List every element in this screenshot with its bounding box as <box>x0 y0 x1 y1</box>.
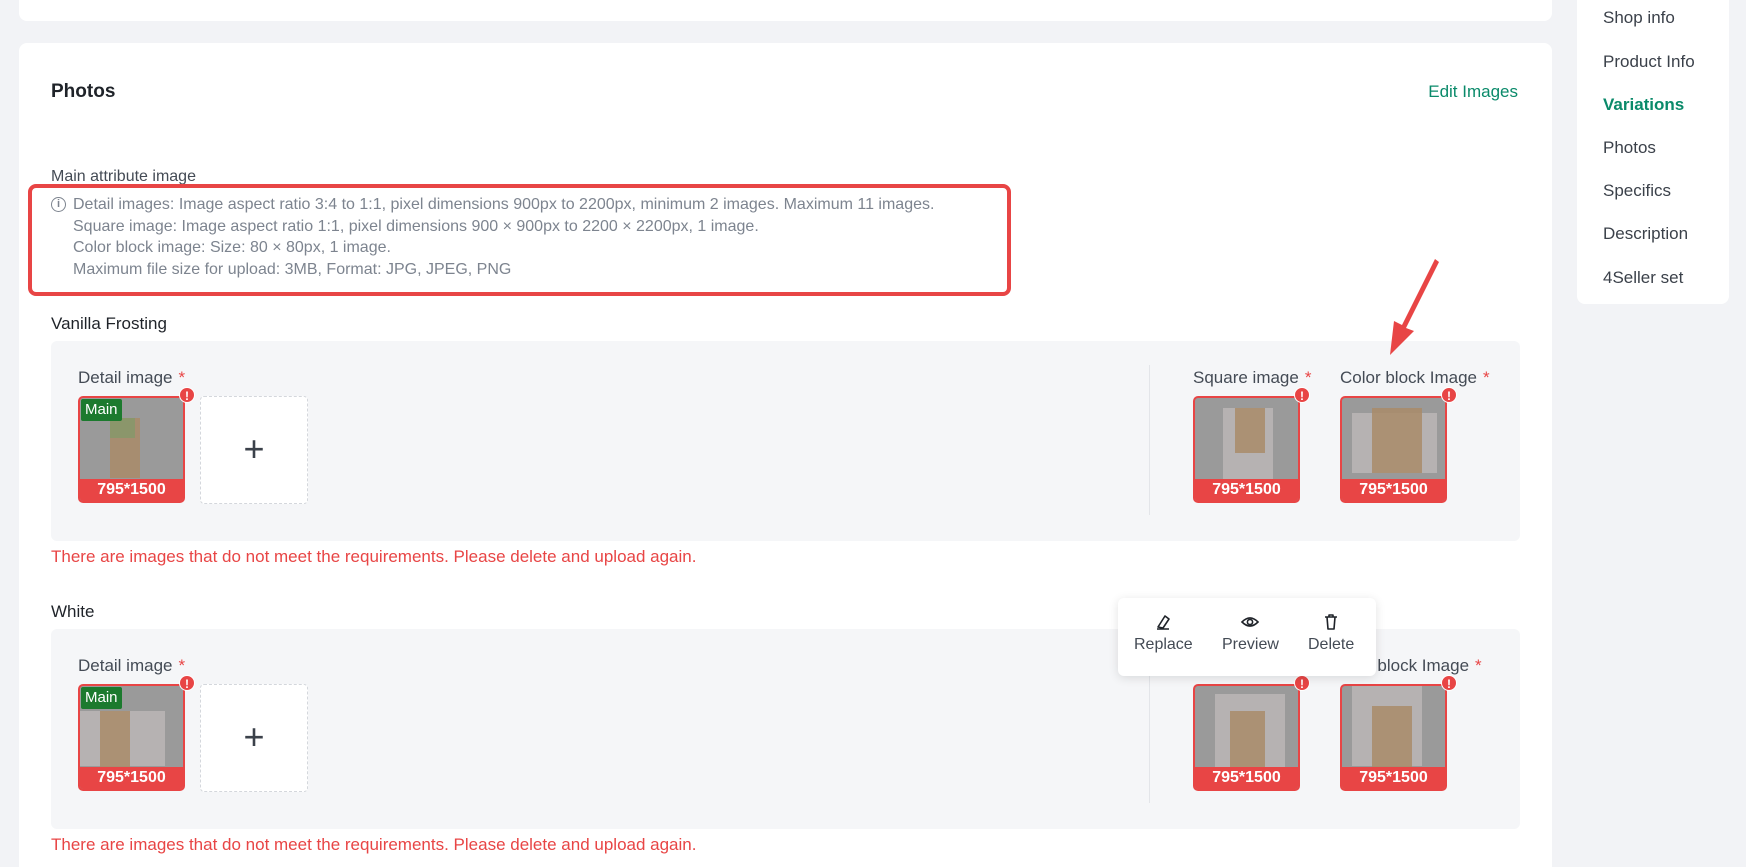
color-block-image-label: Color block Image * <box>1340 368 1490 387</box>
requirement-line: Color block image: Size: 80 × 80px, 1 im… <box>73 239 391 257</box>
detail-image-label: Detail image * <box>78 368 186 387</box>
section-title: Photos <box>51 81 116 102</box>
eye-icon <box>1241 617 1260 627</box>
warning-icon: ! <box>179 387 195 403</box>
eraser-icon <box>1157 615 1171 630</box>
image-dimensions: 795*1500 <box>1195 767 1298 789</box>
sidebar-item-shop-info[interactable]: Shop info <box>1603 8 1675 28</box>
top-card <box>19 0 1552 21</box>
requirement-line: Square image: Image aspect ratio 1:1, pi… <box>73 217 759 235</box>
requirement-line: Maximum file size for upload: 3MB, Forma… <box>73 260 512 278</box>
panel-divider <box>1149 365 1150 515</box>
sidebar-item-product-info[interactable]: Product Info <box>1603 52 1695 72</box>
edit-images-link[interactable]: Edit Images <box>1428 82 1518 102</box>
error-message: There are images that do not meet the re… <box>51 547 697 566</box>
color-block-image-thumb[interactable]: 795*1500 <box>1340 684 1447 791</box>
image-dimensions: 795*1500 <box>1342 479 1445 501</box>
variant-name: White <box>51 602 95 621</box>
plus-icon: + <box>243 428 265 469</box>
detail-image-thumb[interactable]: Main 795*1500 <box>78 684 185 791</box>
square-image-label: Square image * <box>1193 368 1312 387</box>
image-dimensions: 795*1500 <box>80 479 183 501</box>
image-dimensions: 795*1500 <box>80 767 183 789</box>
annotation-arrow-icon <box>1390 259 1439 355</box>
add-image-button[interactable]: + <box>200 684 308 792</box>
sidebar-item-description[interactable]: Description <box>1603 224 1688 244</box>
add-image-button[interactable]: + <box>200 396 308 504</box>
plus-icon: + <box>243 716 265 757</box>
warning-icon: ! <box>1294 675 1310 691</box>
detail-image-label: Detail image * <box>78 656 186 675</box>
replace-button[interactable]: Replace <box>1134 612 1193 654</box>
sidebar-item-photos[interactable]: Photos <box>1603 138 1656 158</box>
delete-button[interactable]: Delete <box>1308 612 1354 654</box>
variant-name: Vanilla Frosting <box>51 314 167 333</box>
requirement-line: Detail images: Image aspect ratio 3:4 to… <box>73 196 935 213</box>
error-message: There are images that do not meet the re… <box>51 835 697 854</box>
trash-icon <box>1325 614 1338 630</box>
main-tag: Main <box>81 687 122 709</box>
sidebar-item-variations[interactable]: Variations <box>1603 95 1684 115</box>
warning-icon: ! <box>1441 675 1457 691</box>
image-dimensions: 795*1500 <box>1195 479 1298 501</box>
preview-button[interactable]: Preview <box>1222 612 1279 654</box>
detail-image-thumb[interactable]: Main 795*1500 <box>78 396 185 503</box>
requirements-text: i Detail images: Image aspect ratio 3:4 … <box>51 194 934 280</box>
warning-icon: ! <box>179 675 195 691</box>
warning-icon: ! <box>1294 387 1310 403</box>
info-icon: i <box>51 197 66 212</box>
square-image-thumb[interactable]: 795*1500 <box>1193 684 1300 791</box>
main-tag: Main <box>81 399 122 421</box>
color-block-image-label: r block Image * <box>1367 656 1482 675</box>
sidebar-item-4seller-set[interactable]: 4Seller set <box>1603 268 1683 288</box>
square-image-thumb[interactable]: 795*1500 <box>1193 396 1300 503</box>
sidebar-item-specifics[interactable]: Specifics <box>1603 181 1671 201</box>
color-block-image-thumb[interactable]: 795*1500 <box>1340 396 1447 503</box>
image-dimensions: 795*1500 <box>1342 767 1445 789</box>
image-action-popover: Replace Preview Delete <box>1118 598 1376 676</box>
warning-icon: ! <box>1441 387 1457 403</box>
